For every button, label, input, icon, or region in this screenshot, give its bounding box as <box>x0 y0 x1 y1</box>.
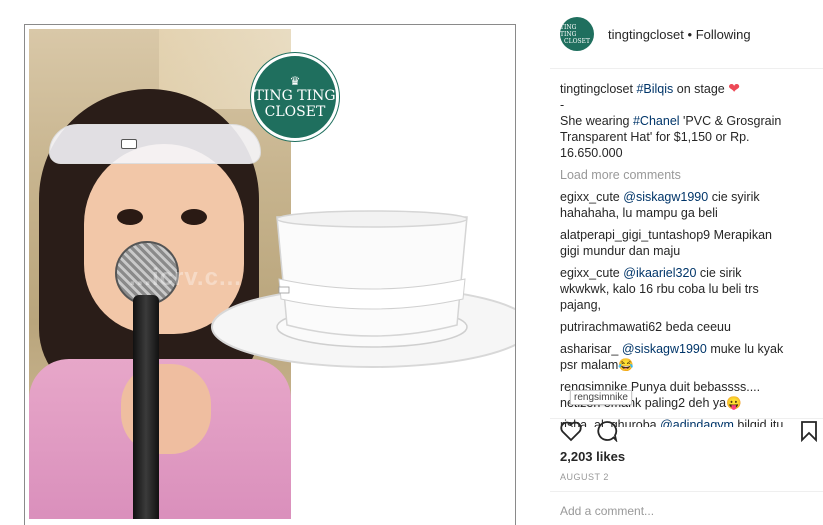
caption-text: on stage <box>676 82 725 96</box>
comment-mention[interactable]: @siskagw1990 <box>622 342 707 356</box>
caption-hashtag-chanel[interactable]: #Chanel <box>633 114 680 128</box>
profile-avatar[interactable]: TING TING CLOSET <box>560 17 594 51</box>
comment-item: asharisar_ @siskagw1990 muke lu kyak psr… <box>560 341 790 373</box>
caption-hashtag[interactable]: #Bilqis <box>636 82 673 96</box>
caption-dash: - <box>560 98 565 112</box>
caption-username[interactable]: tingtingcloset <box>560 82 633 96</box>
post-date: AUGUST 2 <box>560 472 609 482</box>
comment-username[interactable]: alatperapi_gigi_tuntashop9 <box>560 228 710 242</box>
comment-item: egixx_cute @ikaariel320 cie sirik wkwkwk… <box>560 265 790 313</box>
comment-text: bilqid itu <box>737 418 784 427</box>
caption-description: She wearing #Chanel 'PVC & Grosgrain Tra… <box>560 113 790 161</box>
transparent-hat-image <box>211 210 515 368</box>
username-tooltip: rengsimnike <box>570 390 632 405</box>
photo-eye-left <box>117 209 143 225</box>
comment-username[interactable]: egixx_cute <box>560 190 620 204</box>
caption-text2-prefix: She wearing <box>560 114 630 128</box>
logo-text-line2: CLOSET <box>264 103 326 120</box>
header-username-link[interactable]: tingtingcloset <box>608 27 684 42</box>
photo-visor-hat <box>49 124 261 164</box>
header-username-row: tingtingcloset • Following <box>608 27 751 42</box>
logo-text-line1: TING TING <box>254 87 336 104</box>
comment-username[interactable]: asharisar_ <box>560 342 618 356</box>
bookmark-icon[interactable] <box>799 420 819 442</box>
actions-divider <box>550 418 823 419</box>
header-separator: • <box>687 27 693 42</box>
like-heart-icon[interactable] <box>559 420 583 442</box>
photo-visor-logo <box>121 139 137 149</box>
add-comment-input[interactable]: Add a comment... <box>560 504 654 518</box>
comment-item: alatperapi_gigi_tuntashop9 Merapikan gig… <box>560 227 790 259</box>
red-heart-emoji-icon: ❤ <box>728 80 740 96</box>
brand-logo: ♛ TING TING CLOSET <box>251 53 339 141</box>
add-comment-divider <box>550 491 823 492</box>
header-divider <box>550 68 823 69</box>
comment-text: beda ceeuu <box>665 320 731 334</box>
comment-item: egixx_cute @siskagw1990 cie syirik hahah… <box>560 189 790 221</box>
caption: tingtingcloset #Bilqis on stage ❤ <box>560 80 790 97</box>
photo-eye-right <box>181 209 207 225</box>
post-image-frame: ...icrv.c... ♛ TING TING CLOSET <box>24 24 516 525</box>
comment-mention[interactable]: @ikaariel320 <box>623 266 696 280</box>
comment-mention[interactable]: @siskagw1990 <box>623 190 708 204</box>
comment-bubble-icon[interactable] <box>595 420 619 442</box>
comment-username[interactable]: putrirachmawati62 <box>560 320 662 334</box>
comments-section: tingtingcloset #Bilqis on stage ❤ - She … <box>560 80 790 433</box>
likes-count[interactable]: 2,203 likes <box>560 449 625 464</box>
crown-icon: ♛ <box>289 73 301 88</box>
comment-item: putrirachmawati62 beda ceeuu <box>560 319 790 335</box>
load-more-comments-button[interactable]: Load more comments <box>560 167 790 183</box>
microphone-body <box>133 295 159 519</box>
post-header: TING TING CLOSET tingtingcloset • Follow… <box>560 16 823 56</box>
following-button[interactable]: Following <box>696 27 751 42</box>
comment-username[interactable]: egixx_cute <box>560 266 620 280</box>
avatar-text-line1: TING TING <box>560 23 577 38</box>
avatar-text-line2: CLOSET <box>564 37 590 45</box>
comment-mention[interactable]: @adindagym <box>660 418 734 427</box>
